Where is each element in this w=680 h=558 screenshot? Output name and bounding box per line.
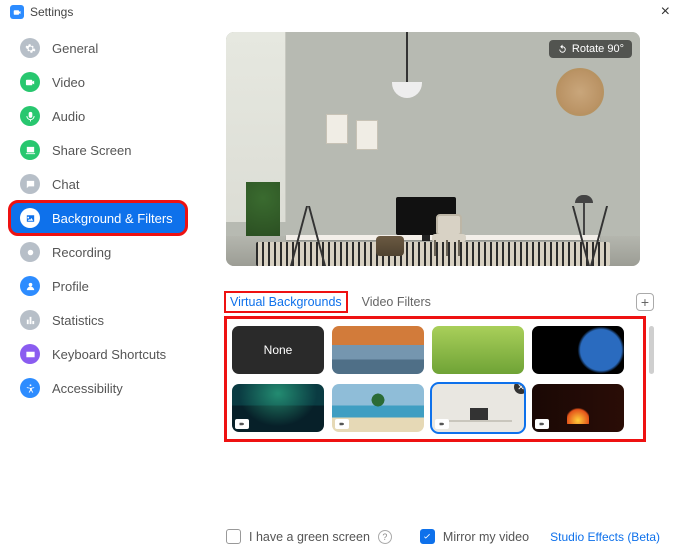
green-screen-checkbox[interactable]: [226, 529, 241, 544]
sidebar-item-label: Share Screen: [52, 143, 132, 158]
sidebar-item-label: Profile: [52, 279, 89, 294]
video-badge-icon: [235, 419, 249, 429]
tab-virtual-backgrounds[interactable]: Virtual Backgrounds: [226, 293, 346, 311]
sidebar: General Video Audio Share Screen Chat Backgro…: [0, 24, 196, 558]
background-thumb-office[interactable]: ✕: [432, 384, 524, 432]
tab-video-filters[interactable]: Video Filters: [360, 292, 433, 312]
backgrounds-panel: None ✕: [226, 318, 644, 440]
accessibility-icon: [20, 378, 40, 398]
sidebar-item-keyboard-shortcuts[interactable]: Keyboard Shortcuts: [10, 338, 186, 370]
keyboard-icon: [20, 344, 40, 364]
content-pane: Rotate 90° Virtual Backgrounds Video Fil…: [196, 24, 680, 558]
sidebar-item-label: Video: [52, 75, 85, 90]
sidebar-item-label: Statistics: [52, 313, 104, 328]
sidebar-item-label: Keyboard Shortcuts: [52, 347, 166, 362]
rotate-label: Rotate 90°: [572, 43, 624, 55]
chat-icon: [20, 174, 40, 194]
rotate-icon: [557, 44, 568, 55]
titlebar: Settings ×: [0, 0, 680, 24]
video-preview: Rotate 90°: [226, 32, 640, 266]
stats-icon: [20, 310, 40, 330]
background-icon: [20, 208, 40, 228]
tabs: Virtual Backgrounds Video Filters +: [226, 292, 658, 312]
remove-background-button[interactable]: ✕: [514, 384, 524, 394]
sidebar-item-audio[interactable]: Audio: [10, 100, 186, 132]
background-thumb-bridge[interactable]: [332, 326, 424, 374]
background-thumb-none[interactable]: None: [232, 326, 324, 374]
audio-icon: [20, 106, 40, 126]
sidebar-item-label: Accessibility: [52, 381, 123, 396]
rotate-button[interactable]: Rotate 90°: [549, 40, 632, 58]
sidebar-item-recording[interactable]: Recording: [10, 236, 186, 268]
footer-options: I have a green screen ? Mirror my video …: [226, 529, 660, 544]
sidebar-item-statistics[interactable]: Statistics: [10, 304, 186, 336]
background-thumb-earth[interactable]: [532, 326, 624, 374]
add-background-button[interactable]: +: [636, 293, 654, 311]
background-thumb-fire[interactable]: [532, 384, 624, 432]
background-thumb-grass[interactable]: [432, 326, 524, 374]
mirror-checkbox[interactable]: [420, 529, 435, 544]
close-button[interactable]: ×: [661, 3, 670, 21]
profile-icon: [20, 276, 40, 296]
sidebar-item-label: Background & Filters: [52, 211, 173, 226]
sidebar-item-accessibility[interactable]: Accessibility: [10, 372, 186, 404]
window-title: Settings: [30, 5, 73, 19]
scrollbar[interactable]: [649, 326, 654, 374]
sidebar-item-video[interactable]: Video: [10, 66, 186, 98]
video-badge-icon: [435, 419, 449, 429]
video-badge-icon: [535, 419, 549, 429]
sidebar-item-label: Chat: [52, 177, 79, 192]
background-thumb-aurora[interactable]: [232, 384, 324, 432]
sidebar-item-label: Recording: [52, 245, 111, 260]
green-screen-label: I have a green screen: [249, 530, 370, 544]
background-thumb-beach[interactable]: [332, 384, 424, 432]
video-icon: [20, 72, 40, 92]
sidebar-item-background-filters[interactable]: Background & Filters: [10, 202, 186, 234]
app-logo: [10, 5, 24, 19]
sidebar-item-label: General: [52, 41, 98, 56]
sidebar-item-label: Audio: [52, 109, 85, 124]
gear-icon: [20, 38, 40, 58]
mirror-label: Mirror my video: [443, 530, 529, 544]
backgrounds-grid: None ✕: [232, 326, 638, 432]
sidebar-item-general[interactable]: General: [10, 32, 186, 64]
share-icon: [20, 140, 40, 160]
help-icon[interactable]: ?: [378, 530, 392, 544]
sidebar-item-profile[interactable]: Profile: [10, 270, 186, 302]
sidebar-item-share-screen[interactable]: Share Screen: [10, 134, 186, 166]
video-badge-icon: [335, 419, 349, 429]
sidebar-item-chat[interactable]: Chat: [10, 168, 186, 200]
studio-effects-link[interactable]: Studio Effects (Beta): [550, 530, 660, 544]
recording-icon: [20, 242, 40, 262]
